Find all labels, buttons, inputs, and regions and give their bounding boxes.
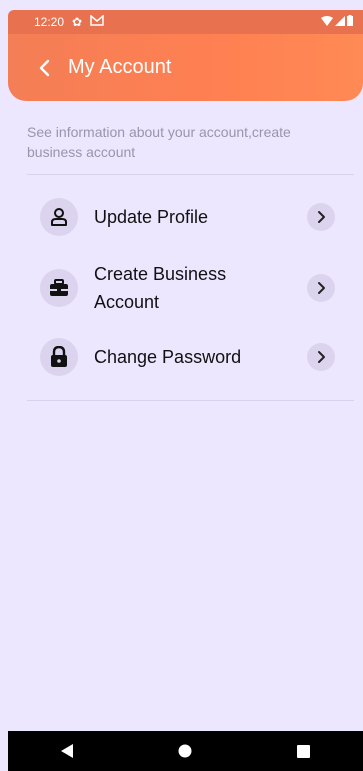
person-icon [40, 198, 78, 236]
chevron-right-icon[interactable] [307, 274, 335, 302]
divider-bottom [27, 400, 354, 401]
menu-item-label: Update Profile [94, 207, 209, 227]
status-time: 12:20 [34, 15, 65, 29]
page-title: My Account [68, 56, 172, 78]
chevron-right-icon[interactable] [307, 343, 335, 371]
wifi-icon [321, 15, 333, 29]
briefcase-icon [40, 269, 78, 307]
menu-item-change-password[interactable]: Change Password [40, 338, 335, 376]
lock-icon [40, 338, 78, 376]
nav-back-icon[interactable] [47, 731, 87, 771]
menu-item-update-profile[interactable]: Update Profile [40, 198, 335, 236]
menu-item-create-business-account[interactable]: Create Business Account [40, 260, 335, 316]
battery-icon [347, 15, 353, 29]
gmail-icon [90, 14, 104, 29]
signal-icon [335, 15, 345, 29]
back-arrow-icon[interactable] [30, 53, 60, 83]
status-bar: 12:20 ✿ [8, 10, 363, 34]
chevron-right-icon[interactable] [307, 203, 335, 231]
divider-top [27, 174, 354, 175]
page-description: See information about your account,creat… [27, 124, 291, 160]
gear-icon: ✿ [72, 15, 83, 29]
system-nav-bar [8, 731, 363, 771]
nav-home-icon[interactable] [165, 731, 205, 771]
menu-item-label: Change Password [94, 347, 242, 367]
nav-recents-icon[interactable] [284, 731, 324, 771]
app-header: My Account [8, 34, 363, 101]
menu-item-label: Create Business Account [94, 264, 227, 312]
